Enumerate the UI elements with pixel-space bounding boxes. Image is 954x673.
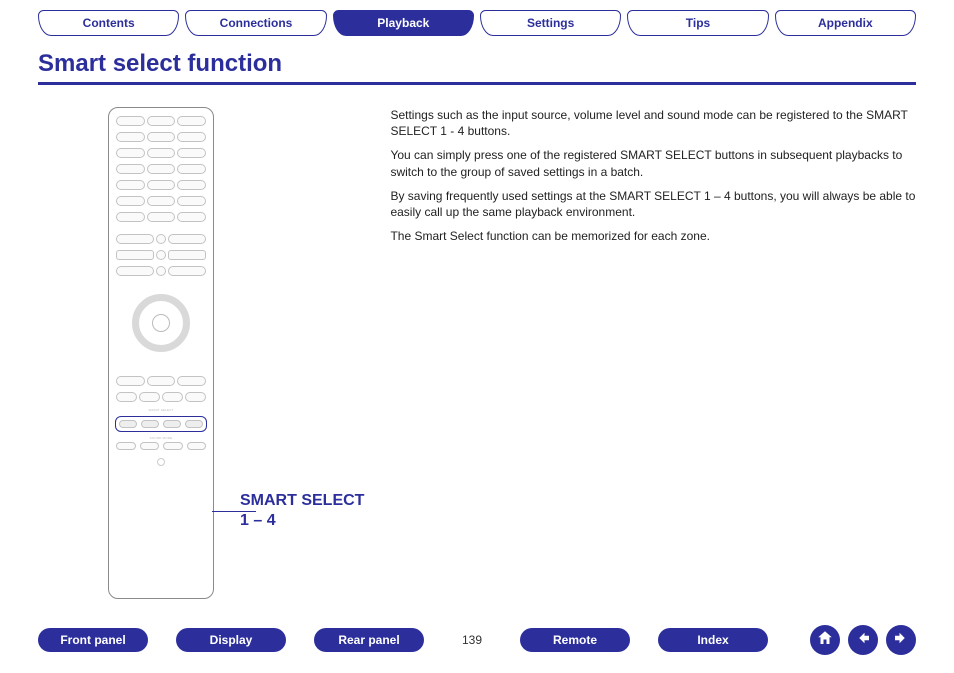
top-tab-bar: Contents Connections Playback Settings T… <box>0 0 954 36</box>
remote-illustration: SMART SELECT SOUND MODE <box>108 107 214 599</box>
link-front-panel[interactable]: Front panel <box>38 628 148 652</box>
arrow-left-icon <box>854 629 872 652</box>
callout-line2: 1 – 4 <box>240 511 364 531</box>
page-title: Smart select function <box>38 50 916 85</box>
link-index[interactable]: Index <box>658 628 768 652</box>
tab-playback[interactable]: Playback <box>333 10 474 36</box>
tab-tips[interactable]: Tips <box>627 10 768 36</box>
remote-dpad <box>132 294 190 352</box>
remote-smart-select-row <box>115 416 207 432</box>
tab-contents[interactable]: Contents <box>38 10 179 36</box>
tab-appendix[interactable]: Appendix <box>775 10 916 36</box>
body-p3: By saving frequently used settings at th… <box>390 188 916 220</box>
link-rear-panel[interactable]: Rear panel <box>314 628 424 652</box>
remote-illustration-wrap: SMART SELECT SOUND MODE <box>38 107 214 599</box>
home-button[interactable] <box>810 625 840 655</box>
arrow-right-icon <box>892 629 910 652</box>
nav-icon-group <box>810 625 916 655</box>
body-p1: Settings such as the input source, volum… <box>390 107 916 139</box>
content-area: SMART SELECT SOUND MODE SMART SELECT 1 –… <box>0 89 954 599</box>
callout-line1: SMART SELECT <box>240 491 364 511</box>
remote-sound-mode-row <box>115 440 207 450</box>
bottom-nav: Front panel Display Rear panel 139 Remot… <box>0 625 954 655</box>
body-p2: You can simply press one of the register… <box>390 147 916 179</box>
link-display[interactable]: Display <box>176 628 286 652</box>
body-p4: The Smart Select function can be memoriz… <box>390 228 916 244</box>
link-remote[interactable]: Remote <box>520 628 630 652</box>
smart-select-callout: SMART SELECT 1 – 4 <box>240 107 364 599</box>
home-icon <box>816 629 834 652</box>
remote-smart-select-label: SMART SELECT <box>115 408 207 412</box>
tab-connections[interactable]: Connections <box>185 10 326 36</box>
body-text: Settings such as the input source, volum… <box>390 107 916 599</box>
prev-page-button[interactable] <box>848 625 878 655</box>
next-page-button[interactable] <box>886 625 916 655</box>
tab-settings[interactable]: Settings <box>480 10 621 36</box>
callout-leader-line <box>212 511 256 512</box>
page-number: 139 <box>452 633 492 647</box>
